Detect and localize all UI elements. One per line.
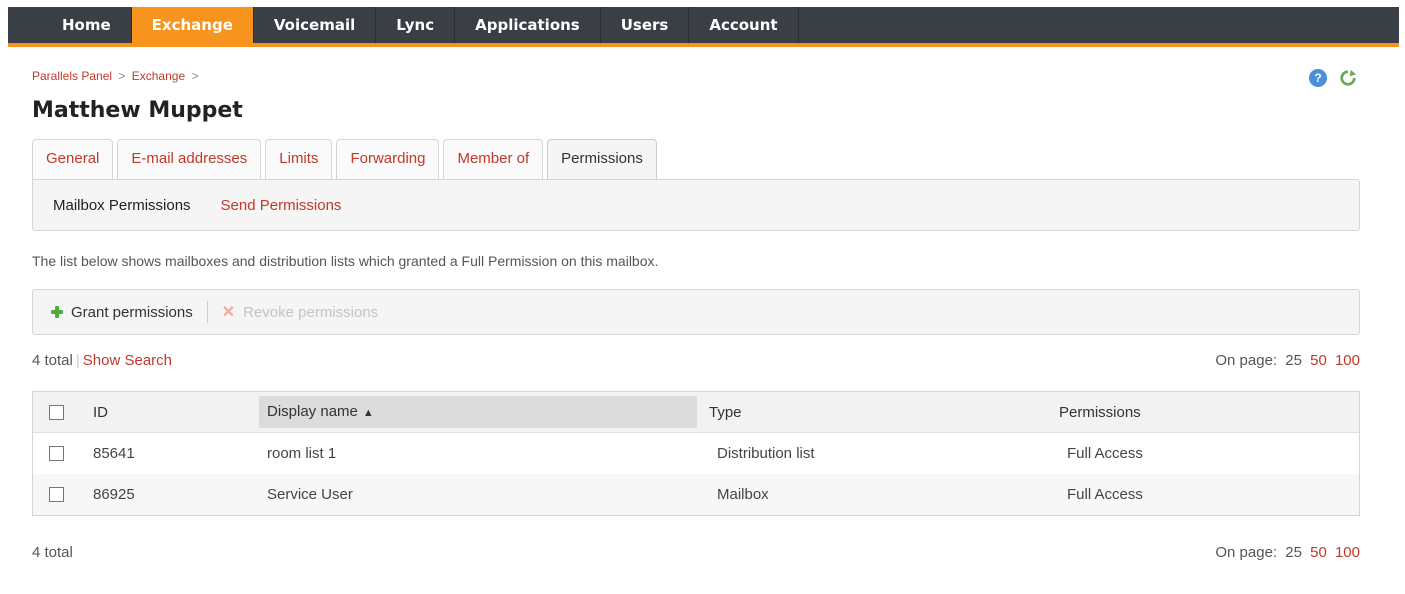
totals-top: 4 total | Show Search — [32, 352, 172, 369]
header-tools: ? — [1309, 69, 1357, 87]
top-navigation: Home Exchange Voicemail Lync Application… — [8, 7, 1399, 47]
total-count: 4 total — [32, 352, 73, 369]
cell-id: 86925 — [93, 486, 135, 503]
sort-ascending-icon: ▲ — [362, 407, 374, 419]
nav-account[interactable]: Account — [689, 7, 799, 43]
close-icon: ✕ — [221, 304, 236, 321]
column-header-display-name[interactable]: Display name ▲ — [259, 396, 697, 428]
description-text: The list below shows mailboxes and distr… — [32, 253, 659, 269]
show-search-link[interactable]: Show Search — [83, 352, 172, 369]
page-size-100[interactable]: 100 — [1335, 352, 1360, 369]
nav-lync[interactable]: Lync — [376, 7, 456, 43]
row-select-cell — [33, 446, 93, 461]
column-header-display-name-label: Display name — [267, 403, 358, 420]
breadcrumb: Parallels Panel > Exchange > — [32, 69, 201, 83]
select-all-checkbox[interactable] — [49, 404, 64, 420]
page-size-50[interactable]: 50 — [1310, 544, 1327, 561]
divider: | — [75, 352, 80, 369]
cell-permissions: Full Access — [1067, 445, 1143, 462]
toolbar-divider — [206, 301, 208, 323]
tab-bar: General E-mail addresses Limits Forwardi… — [32, 139, 657, 180]
page-size-50[interactable]: 50 — [1310, 352, 1327, 369]
page-size-100[interactable]: 100 — [1335, 544, 1360, 561]
tab-email-addresses[interactable]: E-mail addresses — [117, 139, 262, 179]
tab-general[interactable]: General — [32, 139, 114, 179]
cell-type: Mailbox — [717, 486, 769, 503]
column-header-type[interactable]: Type — [709, 404, 1059, 421]
grant-permissions-label: Grant permissions — [71, 303, 193, 321]
grant-permissions-button[interactable]: Grant permissions — [51, 304, 193, 321]
table-row[interactable]: 86925 Service User Mailbox Full Access — [33, 474, 1359, 515]
column-header-permissions[interactable]: Permissions — [1059, 404, 1359, 421]
row-checkbox[interactable] — [49, 446, 64, 461]
row-select-cell — [33, 487, 93, 502]
nav-voicemail[interactable]: Voicemail — [254, 7, 377, 43]
total-count: 4 total — [32, 544, 73, 561]
table-header: ID Display name ▲ Type Permissions — [33, 392, 1359, 433]
breadcrumb-parallels-panel[interactable]: Parallels Panel — [32, 69, 112, 83]
column-header-id[interactable]: ID — [93, 404, 267, 421]
refresh-icon[interactable] — [1339, 69, 1357, 87]
breadcrumb-separator: > — [191, 69, 199, 83]
cell-permissions: Full Access — [1067, 486, 1143, 503]
subtab-bar: Mailbox Permissions Send Permissions — [32, 179, 1360, 231]
subtab-mailbox-permissions[interactable]: Mailbox Permissions — [53, 197, 191, 214]
page-title: Matthew Muppet — [32, 98, 243, 123]
breadcrumb-separator: > — [118, 69, 126, 83]
nav-home[interactable]: Home — [8, 7, 132, 43]
revoke-permissions-button[interactable]: ✕ Revoke permissions — [222, 302, 378, 322]
tab-limits[interactable]: Limits — [265, 139, 333, 179]
on-page-label: On page: — [1215, 544, 1278, 561]
nav-exchange[interactable]: Exchange — [131, 7, 254, 43]
breadcrumb-exchange[interactable]: Exchange — [132, 69, 185, 83]
cell-display-name: Service User — [267, 486, 353, 503]
row-checkbox[interactable] — [49, 487, 64, 502]
paging-top: On page: 25 50 100 — [1215, 352, 1360, 369]
select-all-cell — [33, 404, 93, 420]
revoke-permissions-label: Revoke permissions — [243, 303, 379, 321]
cell-id: 85641 — [93, 445, 135, 462]
subtab-send-permissions[interactable]: Send Permissions — [221, 197, 342, 214]
nav-applications[interactable]: Applications — [455, 7, 601, 43]
tab-permissions[interactable]: Permissions — [547, 139, 657, 180]
action-toolbar: Grant permissions ✕ Revoke permissions — [32, 289, 1360, 335]
totals-bottom: 4 total — [32, 544, 73, 561]
nav-users[interactable]: Users — [601, 7, 690, 43]
tab-member-of[interactable]: Member of — [443, 139, 544, 179]
permissions-table: ID Display name ▲ Type Permissions 85641 … — [32, 391, 1360, 516]
table-row[interactable]: 85641 room list 1 Distribution list Full… — [33, 433, 1359, 474]
page-size-25[interactable]: 25 — [1285, 352, 1302, 369]
on-page-label: On page: — [1215, 352, 1278, 369]
help-icon[interactable]: ? — [1309, 69, 1327, 87]
plus-icon — [51, 306, 63, 318]
cell-type: Distribution list — [717, 445, 815, 462]
paging-bottom: On page: 25 50 100 — [1215, 544, 1360, 561]
page-size-25[interactable]: 25 — [1285, 544, 1302, 561]
cell-display-name: room list 1 — [267, 445, 337, 462]
tab-forwarding[interactable]: Forwarding — [336, 139, 440, 179]
